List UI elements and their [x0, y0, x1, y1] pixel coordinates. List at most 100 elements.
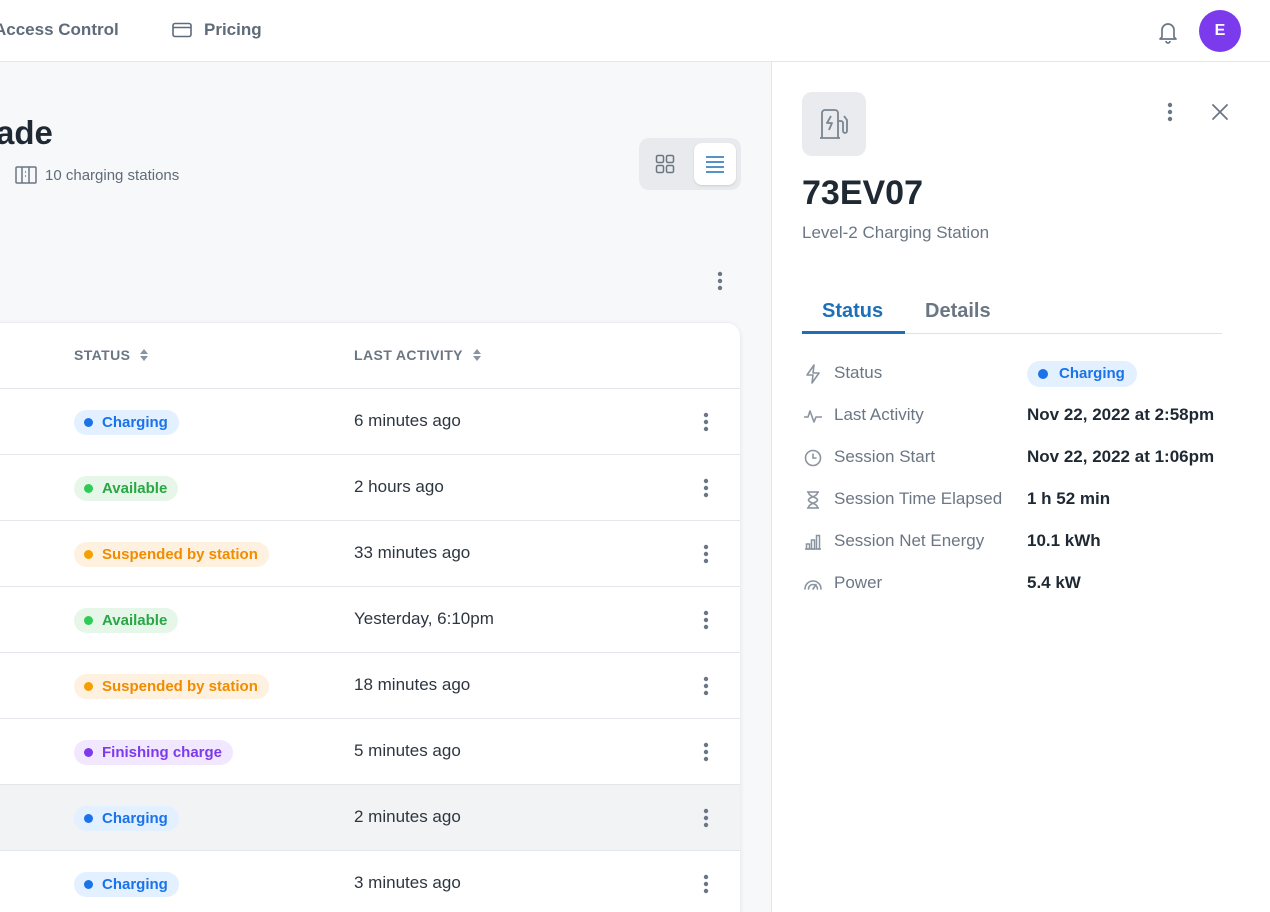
status-badge: Charging	[74, 872, 179, 897]
more-vertical-icon	[703, 544, 709, 564]
status-text: Charging	[102, 876, 168, 893]
last-activity: 33 minutes ago	[354, 543, 471, 562]
list-view-button[interactable]	[694, 143, 736, 185]
field-last-activity: Last Activity Nov 22, 2022 at 2:58pm	[802, 403, 1242, 429]
field-session-net-energy: Session Net Energy 10.1 kWh	[802, 529, 1242, 555]
list-icon	[706, 156, 724, 173]
column-header-status-label: STATUS	[74, 347, 131, 363]
station-detail-panel: 73EV07 Level-2 Charging Station Status D…	[771, 62, 1270, 912]
avatar-initial: E	[1214, 22, 1226, 39]
close-icon	[1212, 104, 1228, 120]
row-more-button[interactable]	[694, 540, 718, 568]
field-power: Power 5.4 kW	[802, 571, 1242, 597]
tab-status[interactable]: Status	[822, 300, 883, 323]
table-row[interactable]: Finishing charge 5 minutes ago	[0, 719, 740, 785]
status-dot	[84, 550, 93, 559]
status-dot	[84, 682, 93, 691]
column-header-status[interactable]: STATUS	[74, 347, 149, 363]
last-activity: 5 minutes ago	[354, 741, 461, 760]
status-text: Charging	[102, 810, 168, 827]
status-dot	[84, 880, 93, 889]
active-tab-indicator	[802, 331, 905, 334]
status-text: Finishing charge	[102, 744, 223, 761]
bell-icon	[1159, 23, 1177, 44]
station-avatar	[802, 92, 866, 156]
station-type: Level-2 Charging Station	[802, 223, 990, 242]
status-text: Suspended by station	[102, 546, 258, 563]
table-row[interactable]: Available Yesterday, 6:10pm	[0, 587, 740, 653]
nav-pricing-label: Pricing	[204, 20, 262, 39]
field-label: Last Activity	[834, 405, 924, 424]
field-label: Session Net Energy	[834, 531, 985, 550]
page-more-button[interactable]	[708, 266, 732, 296]
status-text: Charging	[102, 414, 168, 431]
main-content: ade 10 charging stations STATUS LAST ACT…	[0, 62, 771, 912]
tab-details[interactable]: Details	[925, 300, 991, 323]
nav-pricing[interactable]: Pricing	[172, 20, 262, 40]
field-value: Nov 22, 2022 at 2:58pm	[1027, 405, 1215, 424]
sort-icon	[140, 349, 149, 361]
more-vertical-icon	[703, 610, 709, 630]
field-label: Status	[834, 363, 883, 382]
last-activity: 2 hours ago	[354, 477, 444, 496]
stations-table: STATUS LAST ACTIVITY Charging 6 minutes …	[0, 322, 741, 912]
table-row[interactable]: Charging 6 minutes ago	[0, 389, 740, 455]
last-activity: 6 minutes ago	[354, 411, 461, 430]
field-label: Session Time Elapsed	[834, 489, 1003, 508]
lightning-icon	[802, 364, 824, 384]
avatar[interactable]: E	[1199, 10, 1241, 52]
panel-more-button[interactable]	[1158, 98, 1182, 126]
table-row[interactable]: Suspended by station 18 minutes ago	[0, 653, 740, 719]
status-text: Available	[102, 480, 168, 497]
last-activity: 18 minutes ago	[354, 675, 471, 694]
status-badge: Charging	[1027, 361, 1137, 387]
notifications-button[interactable]	[1157, 20, 1179, 49]
table-row[interactable]: Available 2 hours ago	[0, 455, 740, 521]
hourglass-icon	[802, 490, 824, 510]
view-toggle	[639, 138, 741, 190]
status-badge: Available	[74, 608, 179, 633]
ev-charger-icon	[820, 109, 848, 139]
column-header-last-activity[interactable]: LAST ACTIVITY	[354, 347, 481, 363]
status-text: Charging	[1059, 365, 1125, 382]
row-more-button[interactable]	[694, 804, 718, 832]
more-vertical-icon	[717, 271, 723, 291]
table-row-selected[interactable]: Charging 2 minutes ago	[0, 785, 740, 851]
field-value: Nov 22, 2022 at 1:06pm	[1027, 447, 1215, 466]
field-value: 5.4 kW	[1027, 573, 1081, 592]
panel-tabs: Status Details	[802, 296, 1222, 334]
status-badge: Available	[74, 476, 179, 501]
row-more-button[interactable]	[694, 870, 718, 898]
row-more-button[interactable]	[694, 408, 718, 436]
table-row[interactable]: Charging 3 minutes ago	[0, 851, 740, 912]
page-title: ade	[0, 114, 53, 151]
field-value: 1 h 52 min	[1027, 489, 1111, 508]
field-session-time-elapsed: Session Time Elapsed 1 h 52 min	[802, 487, 1242, 513]
status-badge: Charging	[74, 806, 179, 831]
nav-access-control[interactable]: Access Control	[0, 20, 119, 40]
row-more-button[interactable]	[694, 474, 718, 502]
status-text: Suspended by station	[102, 678, 258, 695]
last-activity: 3 minutes ago	[354, 873, 461, 892]
grid-view-button[interactable]	[644, 143, 686, 185]
close-panel-button[interactable]	[1208, 100, 1232, 124]
field-value: 10.1 kWh	[1027, 531, 1101, 550]
field-label: Session Start	[834, 447, 936, 466]
status-text: Available	[102, 612, 168, 629]
last-activity: 2 minutes ago	[354, 807, 461, 826]
more-vertical-icon	[703, 676, 709, 696]
sort-icon	[472, 349, 481, 361]
table-row[interactable]: Suspended by station 33 minutes ago	[0, 521, 740, 587]
row-more-button[interactable]	[694, 738, 718, 766]
more-vertical-icon	[1167, 102, 1173, 122]
activity-icon	[802, 406, 824, 426]
nav-access-label: Access Control	[0, 20, 119, 39]
field-status: Status Charging	[802, 361, 1242, 387]
building-icon	[15, 166, 37, 184]
last-activity: Yesterday, 6:10pm	[354, 609, 494, 628]
status-dot	[84, 748, 93, 757]
field-session-start: Session Start Nov 22, 2022 at 1:06pm	[802, 445, 1242, 471]
row-more-button[interactable]	[694, 606, 718, 634]
row-more-button[interactable]	[694, 672, 718, 700]
status-dot	[84, 418, 93, 427]
